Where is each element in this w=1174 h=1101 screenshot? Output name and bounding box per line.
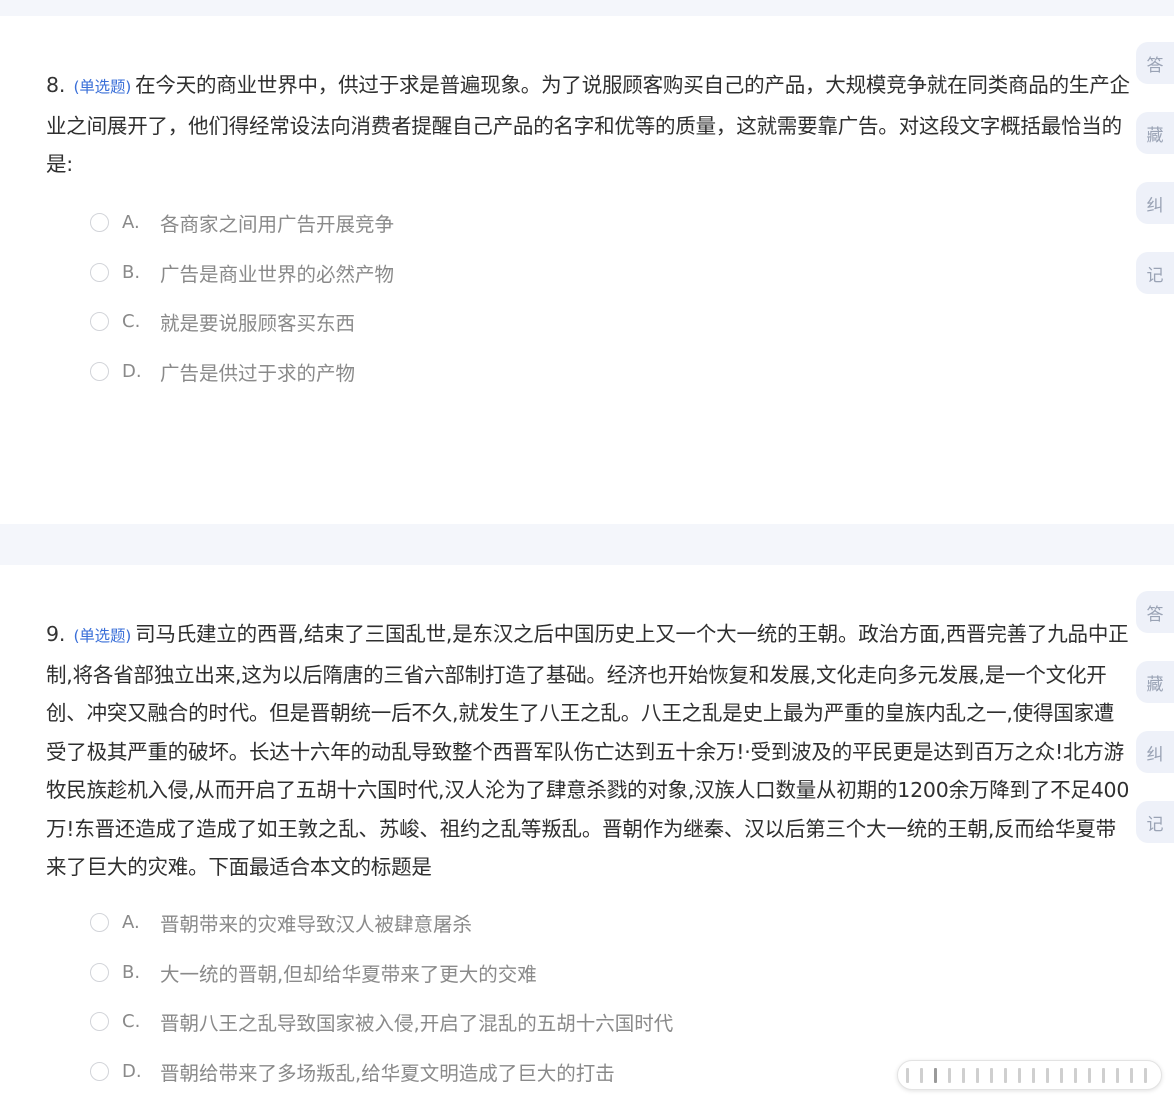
option-letter: D. bbox=[122, 360, 142, 382]
option-d[interactable]: D. 广告是供过于求的产物 bbox=[90, 347, 394, 397]
question-card-8: 8. (单选题) 在今天的商业世界中，供过于求是普遍现象。为了说服顾客购买自己的产… bbox=[0, 16, 1174, 524]
scroll-tick bbox=[1046, 1067, 1049, 1083]
favorite-button[interactable]: 藏 bbox=[1136, 112, 1174, 154]
correction-button[interactable]: 纠 bbox=[1136, 731, 1174, 773]
option-letter: A. bbox=[122, 912, 140, 934]
question-card-9: 9. (单选题) 司马氏建立的西晋,结束了三国乱世,是东汉之后中国历史上又一个大一… bbox=[0, 565, 1174, 1101]
question-stem: 8. (单选题) 在今天的商业世界中，供过于求是普遍现象。为了说服顾客购买自己的产… bbox=[46, 66, 1132, 184]
option-text: 广告是供过于求的产物 bbox=[160, 361, 356, 385]
question-text: 在今天的商业世界中，供过于求是普遍现象。为了说服顾客购买自己的产品，大规模竞争就… bbox=[46, 73, 1130, 176]
side-action-bar: 答 藏 纠 记 bbox=[1136, 591, 1174, 871]
scroll-tick bbox=[906, 1067, 909, 1083]
option-letter: C. bbox=[122, 311, 141, 333]
question-stem: 9. (单选题) 司马氏建立的西晋,结束了三国乱世,是东汉之后中国历史上又一个大一… bbox=[46, 615, 1132, 887]
scroll-tick bbox=[990, 1067, 993, 1083]
question-text: 司马氏建立的西晋,结束了三国乱世,是东汉之后中国历史上又一个大一统的王朝。政治方… bbox=[46, 622, 1130, 879]
radio-button[interactable] bbox=[90, 1012, 109, 1032]
option-list: A. 各商家之间用广告开展竞争 B. 广告是商业世界的必然产物 C. 就是要说服… bbox=[90, 198, 394, 396]
radio-button[interactable] bbox=[90, 1061, 109, 1081]
option-d[interactable]: D. 晋朝给带来了多场叛乱,给华夏文明造成了巨大的打击 bbox=[90, 1047, 673, 1097]
favorite-button[interactable]: 藏 bbox=[1136, 661, 1174, 703]
option-a[interactable]: A. 晋朝带来的灾难导致汉人被肆意屠杀 bbox=[90, 898, 673, 948]
option-b[interactable]: B. 广告是商业世界的必然产物 bbox=[90, 248, 394, 298]
option-text: 大一统的晋朝,但却给华夏带来了更大的交难 bbox=[160, 962, 537, 986]
radio-button[interactable] bbox=[90, 913, 109, 933]
scroll-tick bbox=[1088, 1067, 1091, 1083]
scroll-tick bbox=[948, 1067, 951, 1083]
option-b[interactable]: B. 大一统的晋朝,但却给华夏带来了更大的交难 bbox=[90, 948, 673, 998]
scroll-tick-active bbox=[934, 1067, 937, 1083]
scroll-tick bbox=[1074, 1067, 1077, 1083]
option-text: 各商家之间用广告开展竞争 bbox=[160, 213, 395, 237]
option-letter: C. bbox=[122, 1011, 141, 1033]
question-number: 9. bbox=[46, 622, 66, 646]
scroll-tick bbox=[1102, 1067, 1105, 1083]
question-number: 8. bbox=[46, 73, 66, 97]
answer-button[interactable]: 答 bbox=[1136, 42, 1174, 84]
note-button[interactable]: 记 bbox=[1136, 801, 1174, 843]
note-button[interactable]: 记 bbox=[1136, 252, 1174, 294]
scroll-tick bbox=[1004, 1067, 1007, 1083]
radio-button[interactable] bbox=[90, 312, 109, 332]
scroll-tick bbox=[1130, 1067, 1133, 1083]
option-letter: A. bbox=[122, 212, 140, 234]
scroll-tick bbox=[1032, 1067, 1035, 1083]
option-c[interactable]: C. 就是要说服顾客买东西 bbox=[90, 297, 394, 347]
option-text: 广告是商业世界的必然产物 bbox=[160, 262, 395, 286]
scroll-tick bbox=[1018, 1067, 1021, 1083]
scroll-tick bbox=[920, 1067, 923, 1083]
question-type-label: (单选题) bbox=[73, 627, 132, 645]
option-c[interactable]: C. 晋朝八王之乱导致国家被入侵,开启了混乱的五胡十六国时代 bbox=[90, 997, 673, 1047]
radio-button[interactable] bbox=[90, 262, 109, 282]
option-letter: B. bbox=[122, 261, 141, 283]
option-list: A. 晋朝带来的灾难导致汉人被肆意屠杀 B. 大一统的晋朝,但却给华夏带来了更大… bbox=[90, 898, 673, 1096]
option-letter: D. bbox=[122, 1060, 142, 1082]
option-letter: B. bbox=[122, 961, 141, 983]
page-scroll-indicator[interactable] bbox=[897, 1060, 1162, 1090]
answer-button[interactable]: 答 bbox=[1136, 591, 1174, 633]
option-text: 晋朝八王之乱导致国家被入侵,开启了混乱的五胡十六国时代 bbox=[160, 1012, 674, 1036]
question-type-label: (单选题) bbox=[73, 78, 132, 96]
option-text: 就是要说服顾客买东西 bbox=[160, 312, 356, 336]
scroll-tick bbox=[962, 1067, 965, 1083]
scroll-tick bbox=[1144, 1067, 1147, 1083]
side-action-bar: 答 藏 纠 记 bbox=[1136, 42, 1174, 322]
scroll-tick bbox=[1060, 1067, 1063, 1083]
correction-button[interactable]: 纠 bbox=[1136, 182, 1174, 224]
radio-button[interactable] bbox=[90, 213, 109, 233]
scroll-tick bbox=[1116, 1067, 1119, 1083]
option-text: 晋朝带来的灾难导致汉人被肆意屠杀 bbox=[160, 913, 473, 937]
option-a[interactable]: A. 各商家之间用广告开展竞争 bbox=[90, 198, 394, 248]
radio-button[interactable] bbox=[90, 962, 109, 982]
option-text: 晋朝给带来了多场叛乱,给华夏文明造成了巨大的打击 bbox=[160, 1061, 615, 1085]
radio-button[interactable] bbox=[90, 361, 109, 381]
scroll-tick bbox=[976, 1067, 979, 1083]
